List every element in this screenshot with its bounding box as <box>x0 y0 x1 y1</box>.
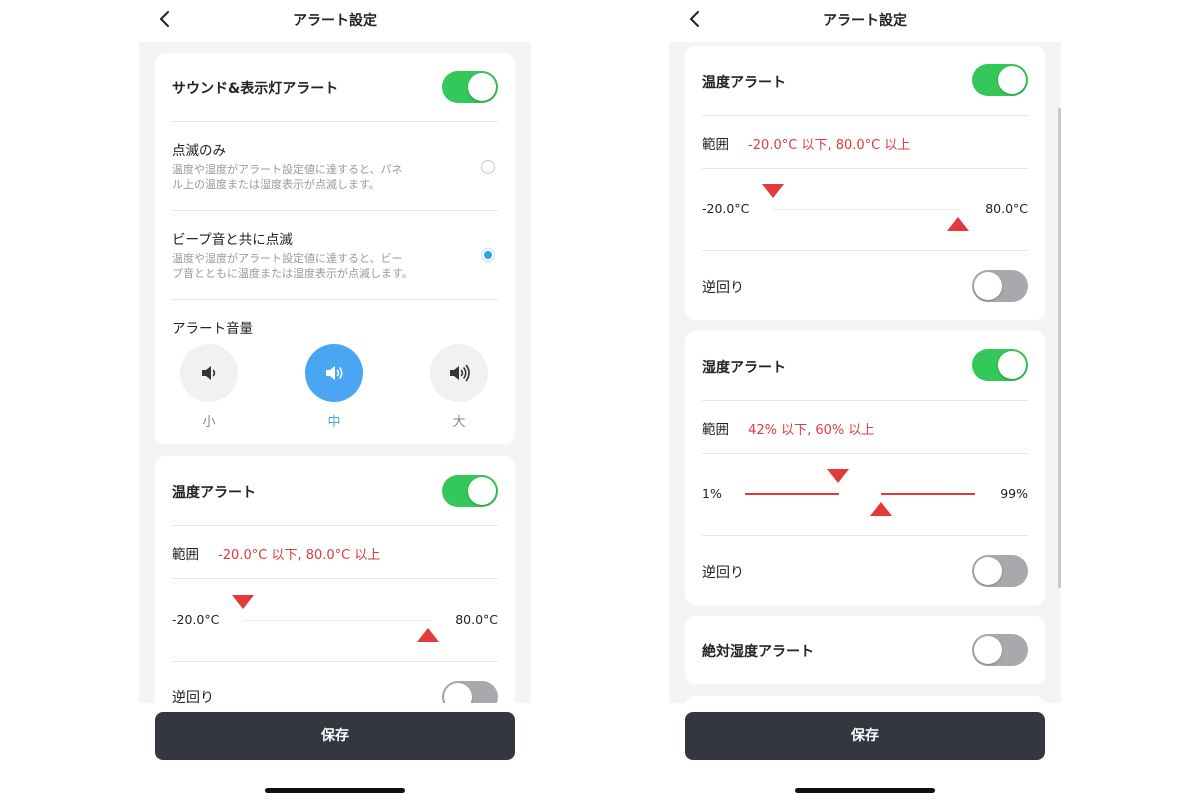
temperature-alert-toggle[interactable] <box>442 475 498 507</box>
sound-light-alert-card: サウンド&表示灯アラート 点滅のみ 温度や湿度がアラート設定値に達すると、パネ … <box>155 53 515 444</box>
speaker-high-icon <box>450 364 470 382</box>
save-button[interactable]: 保存 <box>685 712 1045 760</box>
settings-content: 温度アラート 範囲 -20.0°C 以下, 80.0°C 以上 -20.0°C … <box>669 42 1061 703</box>
divider <box>172 578 498 579</box>
divider <box>702 400 1028 401</box>
humidity-range-label: 範囲 <box>702 422 729 438</box>
temperature-alert-toggle[interactable] <box>972 64 1028 96</box>
option-blink-only-desc-1: 温度や湿度がアラート設定値に達すると、パネ <box>172 163 403 176</box>
absolute-humidity-alert-card: 絶対湿度アラート <box>685 616 1045 684</box>
temperature-range-label: 範囲 <box>702 137 729 153</box>
absolute-humidity-alert-toggle[interactable] <box>972 634 1028 666</box>
high-threshold-handle[interactable] <box>417 628 439 642</box>
temperature-range-row: 範囲 -20.0°C 以下, 80.0°C 以上 <box>172 543 498 563</box>
humidity-range-value: 42% 以下, 60% 以上 <box>748 423 875 438</box>
alert-volume-label: アラート音量 <box>172 321 253 337</box>
left-phone-screen: アラート設定 サウンド&表示灯アラート 点滅のみ 温度や湿度がアラート設定値に達… <box>139 0 531 800</box>
humidity-alert-card: 湿度アラート 範囲 42% 以下, 60% 以上 1% 99% 逆回り <box>685 331 1045 605</box>
humidity-alert-toggle[interactable] <box>972 349 1028 381</box>
divider <box>172 121 498 122</box>
temperature-alert-card: 温度アラート 範囲 -20.0°C 以下, 80.0°C 以上 -20.0°C … <box>685 46 1045 320</box>
temperature-range-label: 範囲 <box>172 547 199 563</box>
temperature-reverse-toggle[interactable] <box>442 681 498 703</box>
low-threshold-handle[interactable] <box>762 184 784 198</box>
speaker-low-icon <box>202 366 216 380</box>
low-threshold-handle[interactable] <box>827 469 849 483</box>
option-blink-only-radio[interactable] <box>481 160 495 174</box>
option-beep-blink-desc-2: プ音とともに温度または湿度表示が点滅します。 <box>172 267 413 280</box>
home-indicator <box>265 788 405 793</box>
temperature-min-label: -20.0°C <box>172 612 220 627</box>
save-button[interactable]: 保存 <box>155 712 515 760</box>
home-indicator <box>795 788 935 793</box>
nav-bar: アラート設定 <box>139 0 531 42</box>
option-beep-blink-title: ビープ音と共に点滅 <box>172 232 293 248</box>
high-threshold-handle[interactable] <box>870 502 892 516</box>
temperature-reverse-toggle[interactable] <box>972 270 1028 302</box>
option-beep-blink-radio[interactable] <box>481 248 495 262</box>
low-threshold-handle[interactable] <box>232 595 254 609</box>
volume-medium-label: 中 <box>327 415 341 430</box>
divider <box>172 661 498 662</box>
slider-track <box>773 209 961 210</box>
volume-medium-button[interactable] <box>305 344 363 402</box>
volume-high-button[interactable] <box>430 344 488 402</box>
divider <box>702 535 1028 536</box>
settings-content: サウンド&表示灯アラート 点滅のみ 温度や湿度がアラート設定値に達すると、パネ … <box>139 42 531 703</box>
speaker-medium-icon <box>326 366 343 380</box>
humidity-max-label: 99% <box>1000 486 1028 501</box>
temperature-max-label: 80.0°C <box>455 612 498 627</box>
divider <box>172 299 498 300</box>
volume-high-label: 大 <box>452 415 466 430</box>
next-card <box>685 696 1045 703</box>
humidity-min-label: 1% <box>702 486 722 501</box>
option-beep-blink-desc-1: 温度や湿度がアラート設定値に達すると、ビー <box>172 252 403 265</box>
nav-bar: アラート設定 <box>669 0 1061 42</box>
divider <box>702 250 1028 251</box>
divider <box>702 168 1028 169</box>
volume-low-button[interactable] <box>180 344 238 402</box>
temperature-max-label: 80.0°C <box>985 201 1028 216</box>
slider-track-low <box>745 493 839 495</box>
humidity-reverse-toggle[interactable] <box>972 555 1028 587</box>
temperature-min-label: -20.0°C <box>702 201 750 216</box>
volume-low-label: 小 <box>202 415 216 430</box>
temperature-alert-card: 温度アラート 範囲 -20.0°C 以下, 80.0°C 以上 -20.0°C … <box>155 456 515 703</box>
option-blink-only-title: 点滅のみ <box>172 143 226 159</box>
divider <box>702 115 1028 116</box>
option-blink-only-desc-2: ル上の温度または湿度表示が点滅します。 <box>172 178 380 191</box>
slider-track-high <box>881 493 975 495</box>
divider <box>172 210 498 211</box>
humidity-range-row: 範囲 42% 以下, 60% 以上 <box>702 418 1028 438</box>
high-threshold-handle[interactable] <box>947 217 969 231</box>
page-title: アラート設定 <box>293 13 377 29</box>
temperature-range-value: -20.0°C 以下, 80.0°C 以上 <box>748 138 911 153</box>
divider <box>702 453 1028 454</box>
slider-track <box>243 620 431 621</box>
divider <box>172 525 498 526</box>
right-phone-screen: アラート設定 温度アラート 範囲 -20.0°C 以下, 80.0°C 以上 -… <box>669 0 1061 800</box>
page-title: アラート設定 <box>823 13 907 29</box>
temperature-range-row: 範囲 -20.0°C 以下, 80.0°C 以上 <box>702 133 1028 153</box>
sound-light-alert-toggle[interactable] <box>442 71 498 103</box>
temperature-range-value: -20.0°C 以下, 80.0°C 以上 <box>218 548 381 563</box>
scrollbar[interactable] <box>1058 108 1061 588</box>
